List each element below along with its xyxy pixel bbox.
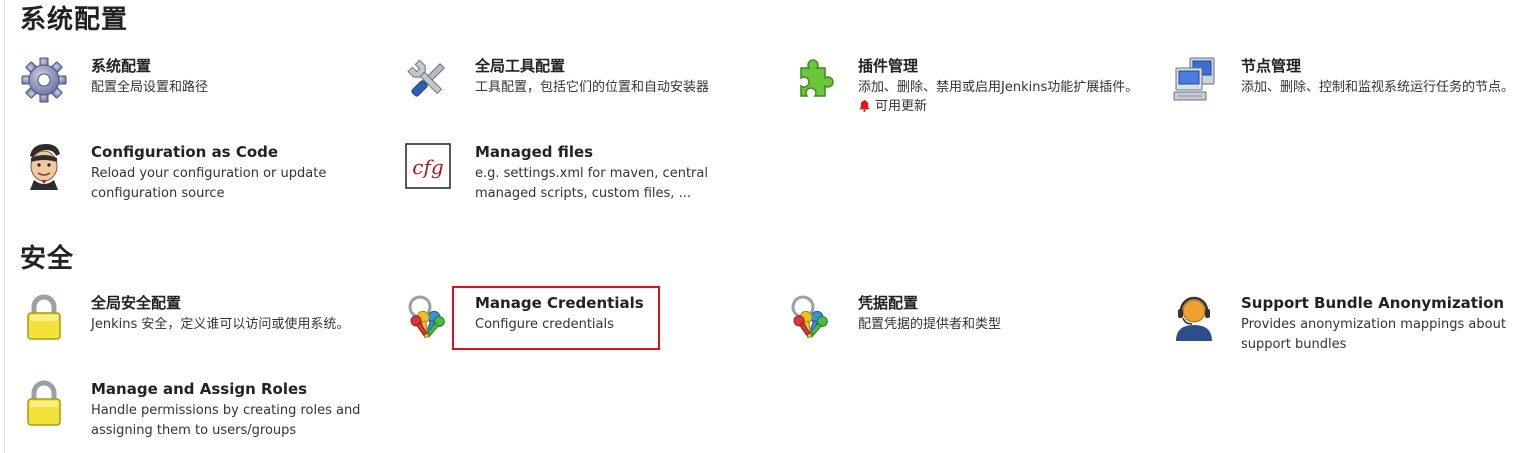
updates-available-text: 可用更新 (875, 99, 928, 114)
item-title: Manage Credentials (475, 294, 644, 312)
manage-jenkins-page: 系统配置 系统配置 配置全局设置和路径 全局工具配置 工具配置，包括它们的位置和… (0, 0, 1536, 453)
item-manage-and-assign-roles[interactable]: Manage and Assign Roles Handle permissio… (20, 379, 390, 453)
item-global-security[interactable]: 全局安全配置 Jenkins 安全，定义谁可以访问或使用系统。 (20, 293, 390, 373)
left-divider (4, 0, 5, 453)
item-plugin-manager[interactable]: 插件管理 添加、删除、禁用或启用Jenkins功能扩展插件。 可用更新 (787, 56, 1157, 136)
item-title: 系统配置 (91, 57, 152, 75)
item-title: Managed files (475, 143, 594, 161)
cfg-icon: cfg (404, 142, 452, 190)
computer-icon (1170, 56, 1218, 104)
item-title: 全局安全配置 (91, 294, 182, 312)
keys-icon (404, 293, 452, 341)
item-description: Handle permissions by creating roles and… (91, 403, 361, 438)
section-title-security: 安全 (20, 244, 75, 274)
item-title: Manage and Assign Roles (91, 380, 308, 398)
item-description: Reload your configuration or update conf… (91, 166, 327, 201)
item-global-tool-config[interactable]: 全局工具配置 工具配置，包括它们的位置和自动安装器 (404, 56, 774, 136)
tools-icon (404, 56, 452, 104)
bell-icon (859, 99, 870, 112)
item-description: 添加、删除、禁用或启用Jenkins功能扩展插件。 (858, 80, 1139, 95)
item-title: 插件管理 (858, 57, 919, 75)
item-node-manager[interactable]: 节点管理 添加、删除、控制和监视系统运行任务的节点。 (1170, 56, 1536, 136)
updates-available-link[interactable]: 可用更新 (858, 98, 927, 116)
item-system-config[interactable]: 系统配置 配置全局设置和路径 (20, 56, 390, 136)
item-description: Provides anonymization mappings about su… (1241, 317, 1506, 352)
item-configuration-as-code[interactable]: Configuration as Code Reload your config… (20, 142, 390, 222)
jenkins-butler-icon (20, 142, 68, 190)
gear-icon (20, 56, 68, 104)
padlock-icon (20, 293, 68, 341)
item-title: Configuration as Code (91, 143, 279, 161)
item-title: Support Bundle Anonymization (1241, 294, 1505, 312)
support-agent-icon (1170, 293, 1218, 341)
item-description: e.g. settings.xml for maven, central man… (475, 166, 708, 201)
item-title: 全局工具配置 (475, 57, 566, 75)
item-support-bundle-anonymization[interactable]: Support Bundle Anonymization Provides an… (1170, 293, 1536, 373)
item-description: 配置全局设置和路径 (91, 80, 209, 95)
puzzle-piece-icon (787, 56, 835, 104)
item-description: 工具配置，包括它们的位置和自动安装器 (475, 80, 710, 95)
item-title: 节点管理 (1241, 57, 1302, 75)
item-managed-files[interactable]: cfg Managed files e.g. settings.xml for … (404, 142, 774, 222)
cfg-icon-text: cfg (412, 155, 443, 179)
item-description: Configure credentials (475, 317, 614, 332)
keys-icon (787, 293, 835, 341)
item-description: Jenkins 安全，定义谁可以访问或使用系统。 (91, 317, 350, 332)
section-title-system: 系统配置 (20, 5, 129, 35)
padlock-icon (20, 379, 68, 427)
item-credential-config[interactable]: 凭据配置 配置凭据的提供者和类型 (787, 293, 1157, 373)
item-description: 配置凭据的提供者和类型 (858, 317, 1002, 332)
item-description: 添加、删除、控制和监视系统运行任务的节点。 (1241, 80, 1515, 95)
item-manage-credentials[interactable]: Manage Credentials Configure credentials (404, 293, 774, 373)
item-title: 凭据配置 (858, 294, 919, 312)
